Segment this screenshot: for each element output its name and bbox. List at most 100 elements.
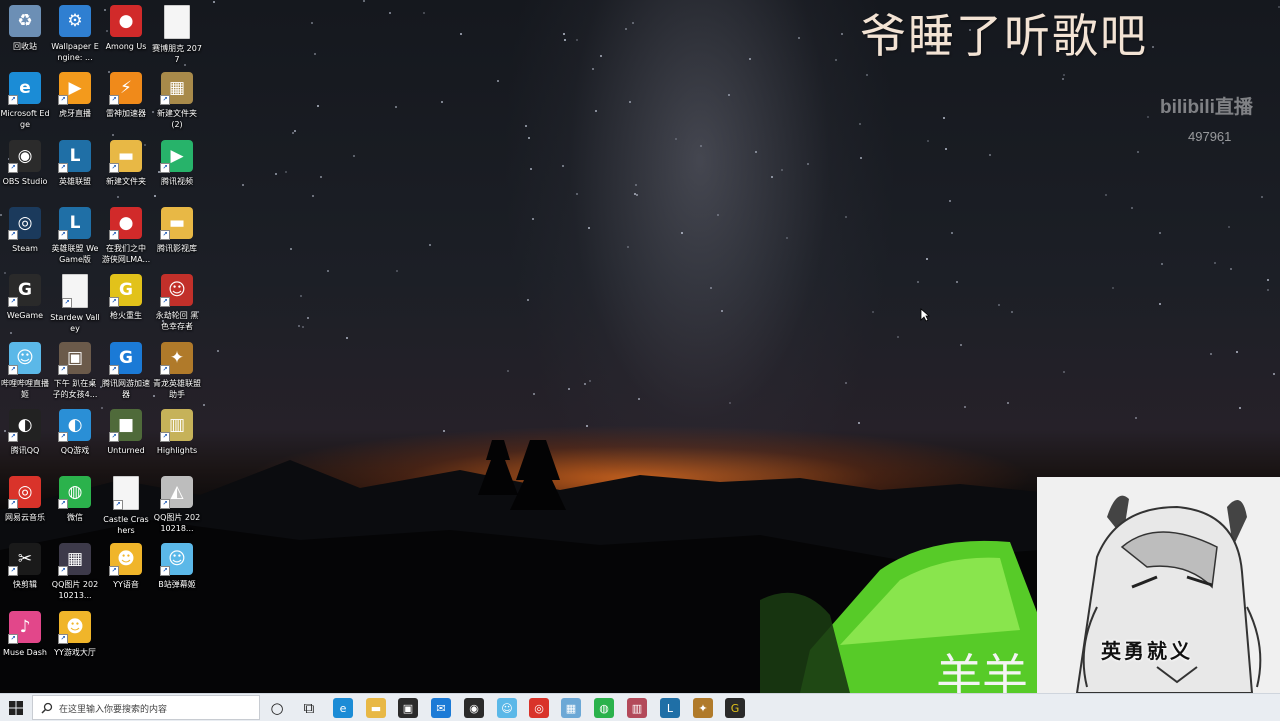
desktop-icon[interactable]: ▣ ↗ 下午 趴在桌子的女孩4... xyxy=(50,342,100,400)
among-us-icon: ● ↗ xyxy=(109,207,142,240)
shortcut-arrow-icon: ↗ xyxy=(109,432,119,442)
bilibili-live-taskbar-icon[interactable]: ☺ xyxy=(497,698,517,718)
desktop-icon[interactable]: ✦ ↗ 青龙英雄联盟助手 xyxy=(152,342,202,400)
desktop-icon[interactable]: e ↗ Microsoft Edge xyxy=(0,72,50,130)
star xyxy=(314,53,316,55)
star xyxy=(1273,373,1275,375)
cortana-icon[interactable]: ○ xyxy=(267,698,287,718)
star xyxy=(213,1,215,3)
desktop-icon[interactable]: ☺ ↗ 哔哩哔哩直播姬 xyxy=(0,342,50,400)
desktop-icon[interactable]: ☻ ↗ YY语音 xyxy=(101,543,151,590)
desktop-icon[interactable]: G ↗ WeGame xyxy=(0,274,50,321)
store-icon[interactable]: ▣ xyxy=(398,698,418,718)
star xyxy=(576,39,578,41)
desktop-icon[interactable]: ↗ Stardew Valley xyxy=(50,274,100,334)
shortcut-arrow-icon: ↗ xyxy=(58,634,68,644)
star xyxy=(1230,268,1232,270)
qq-game-icon: ◐ ↗ xyxy=(58,409,91,442)
desktop-icon[interactable]: ✂ ↗ 快剪辑 xyxy=(0,543,50,590)
shortcut-arrow-icon: ↗ xyxy=(8,95,18,105)
desktop-icon-label: YY游戏大厅 xyxy=(54,648,96,657)
desktop-icon[interactable]: ☻ ↗ YY游戏大厅 xyxy=(50,611,100,658)
shortcut-arrow-icon: ↗ xyxy=(8,365,18,375)
star xyxy=(717,214,719,216)
desktop-icon[interactable]: ▶ ↗ 腾讯视频 xyxy=(152,140,202,187)
desktop-icon[interactable]: ☺ ↗ B站弹幕姬 xyxy=(152,543,202,590)
windows-start-icon[interactable] xyxy=(8,700,24,716)
desktop-icon[interactable]: ▦ ↗ QQ图片 20210213... xyxy=(50,543,100,601)
desktop-icon[interactable]: ▥ ↗ Highlights xyxy=(152,409,202,456)
desktop-icon[interactable]: ◎ ↗ 网易云音乐 xyxy=(0,476,50,523)
desktop-icon[interactable]: ◐ ↗ QQ游戏 xyxy=(50,409,100,456)
folder-icon: ▬ ↗ xyxy=(109,140,142,173)
netease-taskbar-icon[interactable]: ◎ xyxy=(529,698,549,718)
mail-icon[interactable]: ✉ xyxy=(431,698,451,718)
desktop-icon[interactable]: ▦ ↗ 新建文件夹 (2) xyxy=(152,72,202,130)
star xyxy=(872,311,874,313)
desktop-icon-label: 虎牙直播 xyxy=(59,109,91,118)
star xyxy=(1131,207,1133,209)
desktop-icon[interactable]: ◐ ↗ 腾讯QQ xyxy=(0,409,50,456)
desktop-icon[interactable]: ♪ ↗ Muse Dash xyxy=(0,611,50,658)
desktop-icon-label: WeGame xyxy=(6,311,44,320)
desktop-icon[interactable]: ● ↗ 在我们之中 游侠网LMA... xyxy=(101,207,151,265)
desktop-icon[interactable]: ⚡ ↗ 雷神加速器 xyxy=(101,72,151,119)
huya-icon: ▶ ↗ xyxy=(58,72,91,105)
task-view-icon[interactable]: ⧉ xyxy=(299,698,319,718)
star xyxy=(443,430,445,432)
desktop-icon[interactable]: ◎ ↗ Steam xyxy=(0,207,50,254)
star xyxy=(949,200,951,202)
star xyxy=(927,140,929,142)
desktop-icon[interactable]: ▶ ↗ 虎牙直播 xyxy=(50,72,100,119)
gunfire-taskbar-icon[interactable]: G xyxy=(725,698,745,718)
file-explorer-icon[interactable]: ▬ xyxy=(366,698,386,718)
desktop-icon[interactable]: ⚙ Wallpaper Engine: ... xyxy=(50,5,100,63)
desktop-icon-label: Among Us xyxy=(105,42,147,51)
desktop-icon[interactable]: ◉ ↗ OBS Studio xyxy=(0,140,50,187)
desktop-icon[interactable]: ◭ ↗ QQ图片 20210218... xyxy=(152,476,202,534)
desktop-icon[interactable]: G ↗ 枪火重生 xyxy=(101,274,151,321)
star xyxy=(1210,353,1212,355)
app-taskbar-icon[interactable]: ▦ xyxy=(561,698,581,718)
star xyxy=(507,370,509,372)
desktop-icon[interactable]: ♻ 回收站 xyxy=(0,5,50,52)
star xyxy=(917,281,919,283)
bilibili-live-logo: bilibili直播 xyxy=(1160,97,1253,118)
star xyxy=(525,125,527,127)
taskbar-search-box[interactable]: 在这里输入你要搜索的内容 xyxy=(32,695,260,720)
desktop-icon[interactable]: ☺ ↗ 永劫轮回 黑色幸存者 xyxy=(152,274,202,332)
desktop-icon[interactable]: G ↗ 腾讯网游加速器 xyxy=(101,342,151,400)
yy-icon: ☻ ↗ xyxy=(109,543,142,576)
shortcut-arrow-icon: ↗ xyxy=(160,297,170,307)
qq-icon: ◐ ↗ xyxy=(8,409,41,442)
star xyxy=(242,184,244,186)
shortcut-arrow-icon: ↗ xyxy=(109,365,119,375)
desktop-icon[interactable]: 赛博朋克 2077 xyxy=(152,5,202,65)
desktop-icon[interactable]: ● Among Us xyxy=(101,5,151,52)
search-input[interactable]: 在这里输入你要搜索的内容 xyxy=(59,702,167,715)
shortcut-arrow-icon: ↗ xyxy=(58,432,68,442)
desktop-icon[interactable]: ◍ ↗ 微信 xyxy=(50,476,100,523)
obs-taskbar-icon[interactable]: ◉ xyxy=(464,698,484,718)
star xyxy=(1152,46,1154,48)
app2-taskbar-icon[interactable]: ▥ xyxy=(627,698,647,718)
star xyxy=(532,218,534,220)
star xyxy=(584,383,586,385)
desktop-icon[interactable]: ▬ ↗ 腾讯影视库 xyxy=(152,207,202,254)
desktop-icon[interactable]: L ↗ 英雄联盟 xyxy=(50,140,100,187)
shortcut-arrow-icon: ↗ xyxy=(160,432,170,442)
shortcut-arrow-icon: ↗ xyxy=(58,499,68,509)
desktop-icon[interactable]: ■ ↗ Unturned xyxy=(101,409,151,456)
lol-helper-taskbar-icon[interactable]: ✦ xyxy=(693,698,713,718)
bilibili-danmaku-icon: ☺ ↗ xyxy=(160,543,193,576)
desktop-icon[interactable]: ▬ ↗ 新建文件夹 xyxy=(101,140,151,187)
desktop-icon[interactable]: ↗ Castle Crashers xyxy=(101,476,151,536)
lol-taskbar-icon[interactable]: L xyxy=(660,698,680,718)
muse-dash-icon: ♪ ↗ xyxy=(8,611,41,644)
wechat-taskbar-icon[interactable]: ◍ xyxy=(594,698,614,718)
edge-taskbar-icon[interactable]: e xyxy=(333,698,353,718)
star xyxy=(1011,311,1013,313)
star xyxy=(300,295,302,297)
kuaijianji-icon: ✂ ↗ xyxy=(8,543,41,576)
desktop-icon[interactable]: L ↗ 英雄联盟 WeGame版 xyxy=(50,207,100,265)
